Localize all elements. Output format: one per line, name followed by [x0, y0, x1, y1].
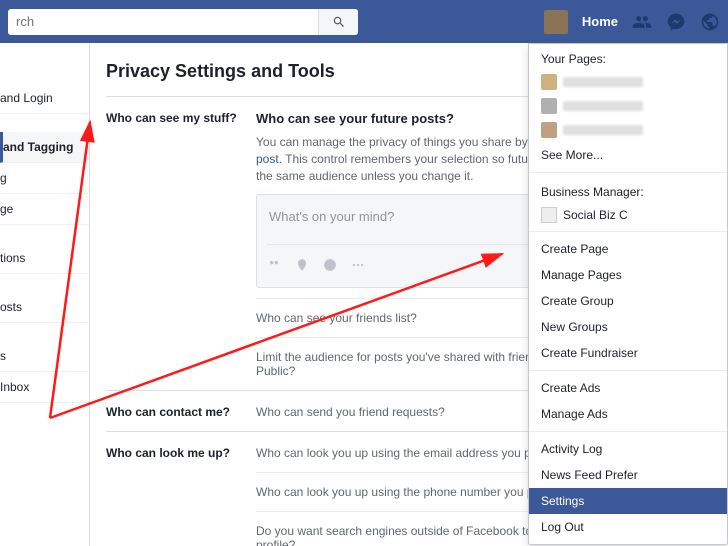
- dd-news-feed-pref[interactable]: News Feed Prefer: [529, 462, 727, 488]
- dd-page-item[interactable]: [529, 94, 727, 118]
- dd-your-pages-header: Your Pages:: [529, 44, 727, 70]
- nav-item-g[interactable]: g: [0, 163, 89, 194]
- section-lookup-label: Who can look me up?: [106, 446, 256, 546]
- nav-item-login[interactable]: and Login: [0, 83, 89, 114]
- profile-thumbnail[interactable]: [544, 10, 568, 34]
- dd-biz-item[interactable]: Social Biz C: [529, 203, 727, 227]
- dd-create-fundraiser[interactable]: Create Fundraiser: [529, 340, 727, 366]
- nav-item-s[interactable]: s: [0, 341, 89, 372]
- dd-manage-ads[interactable]: Manage Ads: [529, 401, 727, 427]
- section-contact-label: Who can contact me?: [106, 405, 256, 431]
- search-input[interactable]: [8, 14, 318, 29]
- nav-item-tagging[interactable]: and Tagging: [0, 132, 89, 163]
- notifications-icon[interactable]: [700, 12, 720, 32]
- section-stuff-label: Who can see my stuff?: [106, 111, 256, 390]
- topbar: Home: [0, 0, 728, 43]
- nav-spacer: [0, 225, 89, 243]
- left-nav: and Login and Tagging g ge tions osts s …: [0, 43, 90, 546]
- location-icon[interactable]: [295, 258, 309, 272]
- dd-page-item[interactable]: [529, 70, 727, 94]
- nav-spacer: [0, 274, 89, 292]
- dd-logout[interactable]: Log Out: [529, 514, 727, 540]
- search-icon: [332, 15, 346, 29]
- dd-create-page[interactable]: Create Page: [529, 236, 727, 262]
- dd-biz-header: Business Manager:: [529, 177, 727, 203]
- dd-new-groups[interactable]: New Groups: [529, 314, 727, 340]
- dd-page-item[interactable]: [529, 118, 727, 142]
- nav-item-posts[interactable]: osts: [0, 292, 89, 323]
- dd-create-group[interactable]: Create Group: [529, 288, 727, 314]
- feeling-icon[interactable]: [323, 258, 337, 272]
- topbar-right: Home: [544, 10, 720, 34]
- dd-activity-log[interactable]: Activity Log: [529, 436, 727, 462]
- search-wrap: [8, 9, 358, 35]
- composer-icons: [267, 258, 365, 272]
- dd-manage-pages[interactable]: Manage Pages: [529, 262, 727, 288]
- nav-item-tions[interactable]: tions: [0, 243, 89, 274]
- nav-spacer: [0, 114, 89, 132]
- tag-people-icon[interactable]: [267, 258, 281, 272]
- messenger-icon[interactable]: [666, 12, 686, 32]
- dd-settings[interactable]: Settings: [529, 488, 727, 514]
- dd-create-ads[interactable]: Create Ads: [529, 375, 727, 401]
- dd-biz-label: Social Biz C: [563, 208, 628, 222]
- nav-item-inbox[interactable]: Inbox: [0, 372, 89, 403]
- more-icon[interactable]: [351, 258, 365, 272]
- friend-requests-icon[interactable]: [632, 12, 652, 32]
- account-dropdown: Your Pages: See More... Business Manager…: [528, 43, 728, 545]
- nav-spacer: [0, 323, 89, 341]
- dd-see-more[interactable]: See More...: [529, 142, 727, 168]
- home-link[interactable]: Home: [582, 14, 618, 29]
- search-button[interactable]: [318, 9, 358, 35]
- nav-item-ge[interactable]: ge: [0, 194, 89, 225]
